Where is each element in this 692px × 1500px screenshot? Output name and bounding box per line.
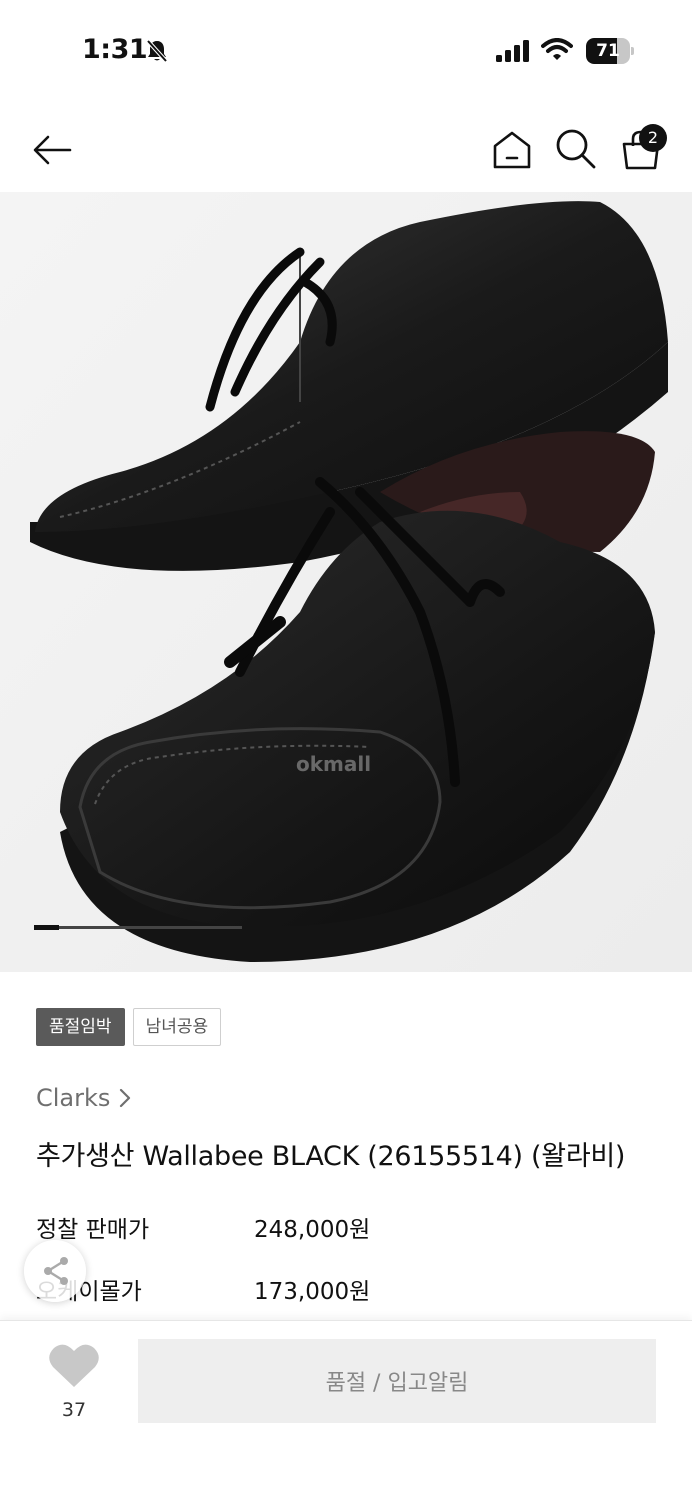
search-icon[interactable] (553, 126, 597, 170)
bottom-action-bar: 37 품절 / 입고알림 (0, 1320, 692, 1500)
cellular-signal-icon (496, 40, 529, 62)
product-title: 추가생산 Wallabee BLACK (26155514) (왈라비) (36, 1141, 626, 1172)
bell-muted-icon (146, 39, 168, 63)
product-badges: 품절임박 남녀공용 (36, 1008, 222, 1046)
like-count: 37 (61, 1399, 87, 1421)
like-button[interactable]: 37 (46, 1341, 102, 1431)
heart-icon (49, 1344, 99, 1387)
shopping-bag-button[interactable]: 2 (617, 124, 667, 174)
brand-name: Clarks (36, 1084, 111, 1112)
share-icon (44, 1257, 68, 1285)
top-navigation: 2 (0, 100, 692, 192)
cart-count-badge: 2 (639, 124, 667, 152)
home-icon[interactable] (490, 128, 534, 172)
carousel-progress-fill (34, 925, 59, 930)
battery-indicator: 71 (586, 38, 634, 64)
product-photo (0, 192, 692, 972)
soldout-restock-alert-button[interactable]: 품절 / 입고알림 (138, 1339, 656, 1423)
watermark: okmall (296, 752, 372, 776)
chevron-right-icon (120, 1088, 131, 1108)
status-bar: 1:31 71 (0, 0, 692, 100)
product-image-carousel[interactable]: okmall (0, 192, 692, 972)
wifi-icon (541, 38, 573, 60)
list-price-label: 정찰 판매가 (36, 1217, 150, 1243)
badge-almost-soldout: 품절임박 (36, 1008, 125, 1046)
status-time: 1:31 (82, 34, 148, 65)
badge-unisex: 남녀공용 (132, 1008, 222, 1046)
share-button[interactable] (24, 1240, 86, 1302)
list-price-value: 248,000원 (254, 1217, 371, 1243)
sale-price-value: 173,000원 (254, 1279, 371, 1305)
back-arrow-icon[interactable] (30, 128, 74, 172)
brand-link[interactable]: Clarks (36, 1084, 132, 1112)
carousel-progress (34, 925, 242, 930)
battery-percentage: 71 (596, 41, 620, 61)
